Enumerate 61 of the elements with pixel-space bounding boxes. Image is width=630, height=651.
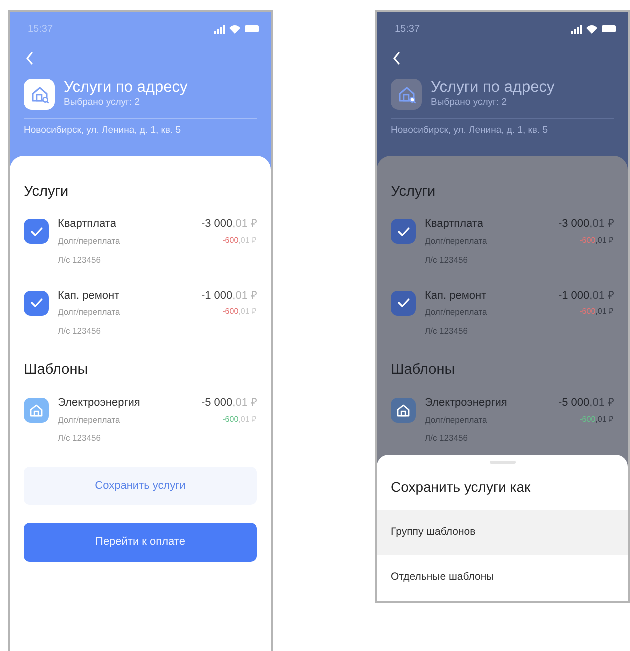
wifi-icon — [229, 24, 241, 34]
house-search-icon — [24, 79, 55, 110]
amount-text: -3 000,01 ₽ — [201, 217, 257, 232]
section-title: Шаблоны — [24, 360, 90, 380]
service-note: Долг/переплата — [425, 414, 488, 426]
service-name: Электроэнергия — [58, 396, 142, 411]
section-title: Услуги — [24, 182, 70, 202]
back-icon[interactable] — [393, 52, 401, 65]
selected-count: Выбрано услуг: 2 — [431, 96, 508, 110]
debt-amount: -600,01 ₽ — [578, 306, 614, 318]
screen-title: Услуги по адресу — [431, 79, 555, 96]
service-name: Квартплата — [425, 217, 484, 232]
sheet-option[interactable]: Отдельные шаблоны — [377, 555, 628, 601]
check-icon — [30, 297, 44, 310]
status-time: 15:37 — [395, 22, 420, 36]
debt-amount: -600,01 ₽ — [578, 414, 614, 426]
sheet-title: Сохранить услуги как — [390, 478, 532, 497]
checkbox[interactable] — [24, 219, 49, 244]
amount-text: -1 000,01 ₽ — [558, 288, 614, 304]
account-number: Л/с 123456 — [425, 325, 469, 338]
signal-icon — [571, 24, 582, 34]
account-number: Л/с 123456 — [58, 254, 102, 267]
sheet-option[interactable]: Группу шаблонов — [377, 510, 628, 556]
check-icon — [396, 297, 410, 310]
amount-text: -1 000,01 ₽ — [201, 288, 257, 304]
service-name: Кап. ремонт — [425, 288, 488, 304]
address-text: Новосибирск, ул. Ленина, д. 1, кв. 5 — [391, 124, 550, 138]
debt-amount: -600,01 ₽ — [578, 235, 614, 248]
section-title: Шаблоны — [391, 360, 456, 380]
amount-text: -5 000,01 ₽ — [558, 396, 614, 411]
checkbox[interactable] — [24, 290, 49, 316]
signal-icon — [214, 24, 225, 34]
amount-text: -3 000,01 ₽ — [558, 217, 614, 232]
account-number: Л/с 123456 — [425, 432, 469, 446]
screen-title: Услуги по адресу — [64, 79, 188, 96]
service-name: Квартплата — [58, 217, 118, 232]
account-number: Л/с 123456 — [58, 432, 102, 446]
service-note: Долг/переплата — [58, 306, 122, 320]
battery-icon — [245, 25, 259, 33]
house-icon — [391, 398, 416, 423]
check-icon — [396, 226, 410, 238]
service-name: Кап. ремонт — [58, 288, 121, 304]
wifi-icon — [586, 24, 598, 34]
checkbox[interactable] — [391, 290, 416, 316]
checkbox[interactable] — [391, 219, 416, 244]
service-note: Долг/переплата — [425, 235, 488, 248]
selected-count: Выбрано услуг: 2 — [64, 96, 142, 110]
address-text: Новосибирск, ул. Ленина, д. 1, кв. 5 — [24, 124, 182, 138]
service-name: Электроэнергия — [425, 396, 508, 411]
house-icon — [24, 398, 49, 423]
service-note: Долг/переплата — [58, 235, 122, 248]
section-title: Услуги — [391, 182, 437, 202]
house-search-icon — [391, 79, 422, 110]
service-note: Долг/переплата — [425, 306, 488, 320]
account-number: Л/с 123456 — [58, 325, 102, 338]
battery-icon — [602, 25, 616, 33]
service-note: Долг/переплата — [58, 414, 122, 426]
check-icon — [30, 226, 44, 238]
status-time: 15:37 — [28, 22, 54, 36]
account-number: Л/с 123456 — [425, 254, 469, 267]
amount-text: -5 000,01 ₽ — [201, 396, 257, 411]
